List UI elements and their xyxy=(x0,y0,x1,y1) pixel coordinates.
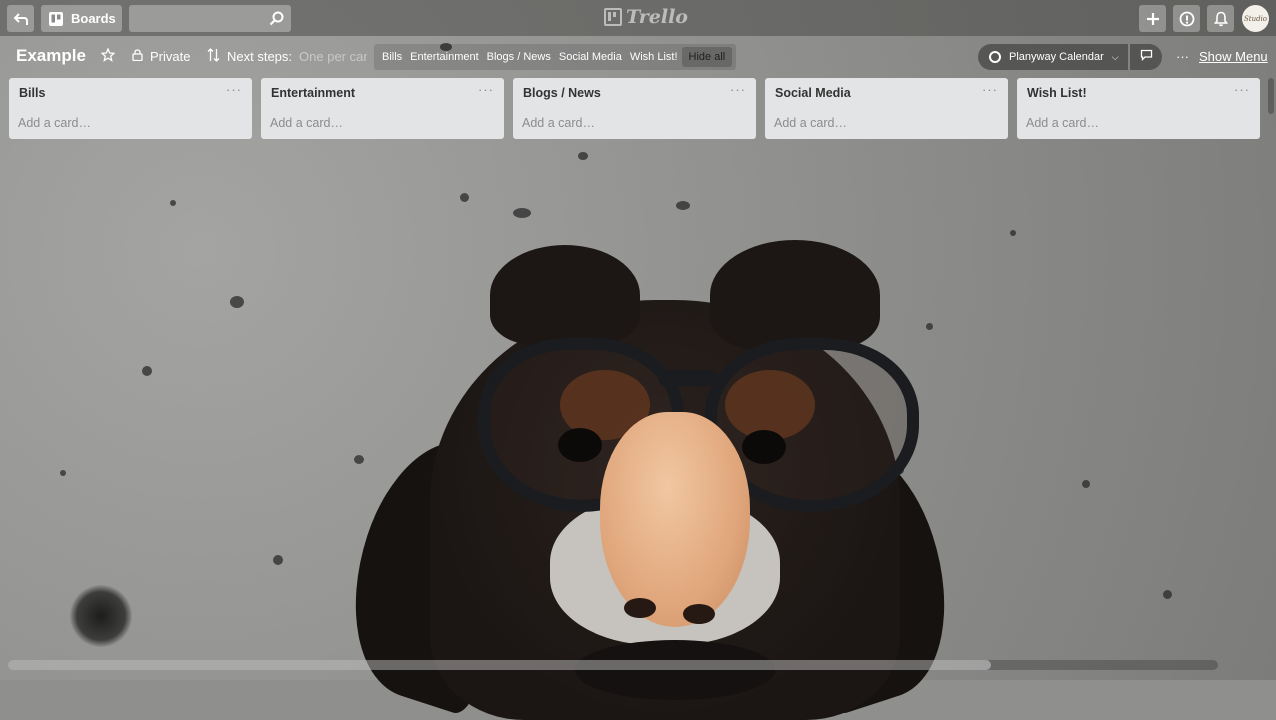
next-steps[interactable]: Next steps: One per card xyxy=(207,40,367,72)
add-card-button[interactable]: Add a card… xyxy=(270,116,343,130)
list-menu-icon[interactable]: ··· xyxy=(478,82,494,97)
star-button[interactable] xyxy=(100,40,116,72)
trello-board-icon xyxy=(49,11,63,26)
plus-icon xyxy=(1146,12,1160,26)
list-menu-icon[interactable]: ··· xyxy=(1234,82,1250,97)
list-blogs-news: Blogs / News ··· Add a card… xyxy=(513,78,756,139)
bell-icon xyxy=(1213,11,1228,27)
list-title[interactable]: Blogs / News xyxy=(523,86,601,100)
list-wish-list: Wish List! ··· Add a card… xyxy=(1017,78,1260,139)
star-icon xyxy=(100,46,116,65)
filter-blogs-news[interactable]: Blogs / News xyxy=(483,51,555,63)
avatar[interactable]: Studio xyxy=(1242,5,1269,32)
list-social-media: Social Media ··· Add a card… xyxy=(765,78,1008,139)
search-box[interactable] xyxy=(129,5,291,32)
trello-logo-icon xyxy=(604,8,622,26)
more-icon: ··· xyxy=(1176,48,1189,64)
chevron-down-icon: ⌵ xyxy=(1111,51,1119,62)
show-menu-label: Show Menu xyxy=(1199,48,1268,64)
list-bills: Bills ··· Add a card… xyxy=(9,78,252,139)
boards-label: Boards xyxy=(71,11,116,26)
horizontal-scrollbar[interactable] xyxy=(8,660,1218,670)
visibility-label: Private xyxy=(150,48,191,64)
list-title[interactable]: Wish List! xyxy=(1027,86,1087,100)
avatar-text: Studio xyxy=(1243,14,1268,23)
info-icon xyxy=(1179,11,1195,27)
board-title[interactable]: Example xyxy=(16,40,86,72)
filter-social-media[interactable]: Social Media xyxy=(555,51,626,63)
notifications-button[interactable] xyxy=(1207,5,1234,32)
list-title[interactable]: Bills xyxy=(19,86,45,100)
show-menu-button[interactable]: ··· Show Menu xyxy=(1176,40,1268,72)
info-button[interactable] xyxy=(1173,5,1200,32)
visibility-button[interactable]: Private xyxy=(132,40,190,72)
vertical-scrollbar[interactable] xyxy=(1268,78,1274,114)
planyway-label: Planyway Calendar xyxy=(1009,51,1104,63)
trello-logo[interactable]: Trello xyxy=(604,6,688,28)
list-entertainment: Entertainment ··· Add a card… xyxy=(261,78,504,139)
planyway-calendar-button[interactable]: Planyway Calendar ⌵ xyxy=(978,44,1128,70)
list-menu-icon[interactable]: ··· xyxy=(982,82,998,97)
boards-button[interactable]: Boards xyxy=(41,5,122,32)
horizontal-scrollbar-thumb[interactable] xyxy=(8,660,991,670)
search-input[interactable] xyxy=(129,5,277,32)
chat-icon xyxy=(1140,48,1153,66)
back-button[interactable] xyxy=(7,5,34,32)
sort-icon xyxy=(207,47,220,65)
planyway-icon xyxy=(989,51,1001,63)
next-steps-label: Next steps: xyxy=(227,48,293,64)
search-icon[interactable] xyxy=(269,11,284,31)
top-nav-bar: Boards Trello Studio xyxy=(0,0,1276,36)
list-menu-icon[interactable]: ··· xyxy=(226,82,242,97)
filter-bills[interactable]: Bills xyxy=(378,51,406,63)
hide-all-button[interactable]: Hide all xyxy=(681,47,733,67)
add-card-button[interactable]: Add a card… xyxy=(774,116,847,130)
chat-button[interactable] xyxy=(1130,44,1162,70)
list-title[interactable]: Social Media xyxy=(775,86,851,100)
list-title[interactable]: Entertainment xyxy=(271,86,355,100)
next-steps-input[interactable]: One per card xyxy=(299,49,367,64)
filter-wish-list[interactable]: Wish List! xyxy=(626,51,682,63)
back-icon xyxy=(13,12,29,26)
filter-entertainment[interactable]: Entertainment xyxy=(406,51,482,63)
add-card-button[interactable]: Add a card… xyxy=(18,116,91,130)
trello-logo-text: Trello xyxy=(626,6,688,28)
create-button[interactable] xyxy=(1139,5,1166,32)
list-menu-icon[interactable]: ··· xyxy=(730,82,746,97)
add-card-button[interactable]: Add a card… xyxy=(522,116,595,130)
board-header: Example Private Next steps: One per card… xyxy=(0,40,1276,74)
list-filter-bar: Bills Entertainment Blogs / News Social … xyxy=(374,44,737,70)
lock-icon xyxy=(132,48,143,64)
add-card-button[interactable]: Add a card… xyxy=(1026,116,1099,130)
